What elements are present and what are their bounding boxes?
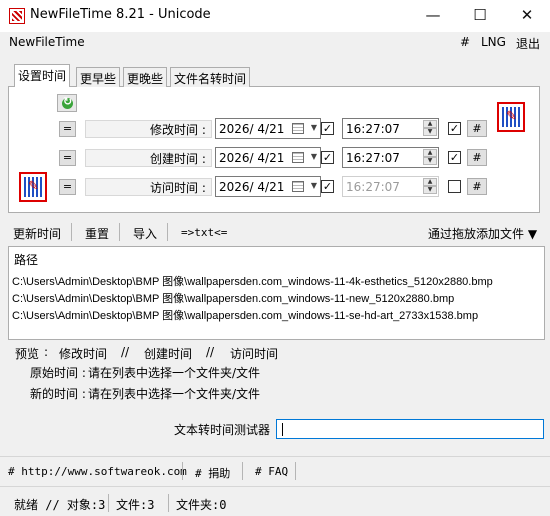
accessed-time-field[interactable]: 16:27:07 ▲ ▼ bbox=[342, 176, 439, 197]
list-item[interactable]: C:\Users\Admin\Desktop\BMP 图像\wallpapers… bbox=[12, 273, 493, 289]
new-time-label: 新的时间 : bbox=[30, 387, 86, 401]
status-files: 文件:3 bbox=[116, 498, 155, 512]
divider bbox=[0, 456, 550, 457]
refresh-icon[interactable] bbox=[57, 94, 77, 112]
created-time-spinner[interactable]: ▲ ▼ bbox=[423, 149, 437, 166]
modified-date-picker[interactable]: 2026/ 4/21 ▼ bbox=[215, 118, 321, 139]
menu-hash[interactable]: # bbox=[460, 35, 470, 49]
donate-link[interactable]: # 捐助 bbox=[195, 465, 230, 481]
accessed-time-spinner[interactable]: ▲ ▼ bbox=[423, 178, 437, 195]
created-time-label: 创建时间 : bbox=[150, 152, 206, 166]
list-item[interactable]: C:\Users\Admin\Desktop\BMP 图像\wallpapers… bbox=[12, 290, 454, 306]
menu-exit[interactable]: 退出 bbox=[516, 35, 540, 52]
created-date-picker[interactable]: 2026/ 4/21 ▼ bbox=[215, 147, 321, 168]
toolbar-separator bbox=[167, 223, 168, 241]
close-button[interactable]: ✕ bbox=[504, 0, 550, 32]
modified-time-field[interactable]: 16:27:07 ▲ ▼ bbox=[342, 118, 439, 139]
tab-set-time[interactable]: 设置时间 bbox=[14, 64, 71, 87]
preview-modified: 修改时间 bbox=[59, 347, 108, 361]
accessed-time-value: 16:27:07 bbox=[346, 180, 400, 194]
preview-created: 创建时间 bbox=[144, 347, 193, 361]
created-date-checkbox[interactable]: ✓ bbox=[321, 151, 334, 164]
reset-button[interactable]: 重置 bbox=[85, 225, 109, 242]
calendar-icon[interactable] bbox=[292, 123, 304, 134]
toolbar-separator bbox=[71, 223, 72, 241]
link-separator bbox=[182, 462, 183, 480]
modified-time-value: 16:27:07 bbox=[346, 122, 400, 136]
preview-slashes: // bbox=[206, 345, 215, 359]
toolbar-separator bbox=[119, 223, 120, 241]
accessed-date-value: 2026/ 4/21 bbox=[219, 180, 285, 194]
modified-date-value: 2026/ 4/21 bbox=[219, 122, 285, 136]
menu-language[interactable]: LNG bbox=[481, 35, 506, 49]
drag-add-dropdown[interactable]: 通过拖放添加文件 ▼ bbox=[428, 225, 537, 242]
original-time-value: 请在列表中选择一个文件夹/文件 bbox=[88, 366, 261, 380]
modified-hash-button[interactable]: # bbox=[467, 120, 487, 137]
import-button[interactable]: 导入 bbox=[133, 225, 157, 242]
maximize-button[interactable]: ☐ bbox=[457, 0, 503, 32]
menu-app[interactable]: NewFileTime bbox=[9, 35, 85, 49]
created-time-value: 16:27:07 bbox=[346, 151, 400, 165]
window-title: NewFileTime 8.21 - Unicode bbox=[30, 7, 211, 22]
update-time-button[interactable]: 更新时间 bbox=[13, 225, 61, 242]
app-logo-icon bbox=[497, 102, 525, 132]
chevron-down-icon[interactable]: ▼ bbox=[311, 152, 317, 161]
tab-earlier[interactable]: 更早些 bbox=[76, 67, 121, 87]
status-separator bbox=[108, 494, 109, 512]
modified-time-checkbox[interactable]: ✓ bbox=[448, 122, 461, 135]
preview-accessed: 访问时间 bbox=[230, 347, 279, 361]
text-caret bbox=[282, 423, 283, 436]
original-time-label: 原始时间 : bbox=[30, 366, 86, 380]
modified-eq-button[interactable]: = bbox=[59, 121, 76, 137]
tester-input[interactable] bbox=[276, 419, 544, 439]
status-separator bbox=[168, 494, 169, 512]
faq-link[interactable]: # FAQ bbox=[255, 465, 288, 478]
accessed-time-checkbox[interactable] bbox=[448, 180, 461, 193]
created-time-field[interactable]: 16:27:07 ▲ ▼ bbox=[342, 147, 439, 168]
preview-separator: : bbox=[44, 345, 49, 359]
accessed-date-checkbox[interactable]: ✓ bbox=[321, 180, 334, 193]
created-date-value: 2026/ 4/21 bbox=[219, 151, 285, 165]
chevron-down-icon[interactable]: ▼ bbox=[311, 123, 317, 132]
preview-slashes: // bbox=[121, 345, 130, 359]
divider bbox=[0, 486, 550, 487]
tester-label: 文本转时间测试器 bbox=[174, 423, 271, 437]
chevron-down-icon[interactable]: ▼ bbox=[311, 181, 317, 190]
tab-later[interactable]: 更晚些 bbox=[123, 67, 168, 87]
tab-filename-to-time[interactable]: 文件名转时间 bbox=[170, 67, 251, 87]
created-hash-button[interactable]: # bbox=[467, 149, 487, 166]
minimize-button[interactable]: — bbox=[410, 0, 456, 32]
accessed-eq-button[interactable]: = bbox=[59, 179, 76, 195]
status-ready: 就绪 // 对象:3 bbox=[14, 498, 106, 512]
modified-time-label: 修改时间 : bbox=[150, 123, 206, 137]
status-folders: 文件夹:0 bbox=[176, 498, 227, 512]
accessed-date-picker[interactable]: 2026/ 4/21 ▼ bbox=[215, 176, 321, 197]
list-item[interactable]: C:\Users\Admin\Desktop\BMP 图像\wallpapers… bbox=[12, 307, 478, 323]
link-separator bbox=[295, 462, 296, 480]
app-icon bbox=[9, 8, 25, 24]
new-time-value: 请在列表中选择一个文件夹/文件 bbox=[88, 387, 261, 401]
calendar-icon[interactable] bbox=[292, 152, 304, 163]
modified-date-checkbox[interactable]: ✓ bbox=[321, 122, 334, 135]
calendar-icon[interactable] bbox=[292, 181, 304, 192]
accessed-time-label: 访问时间 : bbox=[150, 181, 206, 195]
website-link[interactable]: # http://www.softwareok.com bbox=[8, 465, 187, 478]
accessed-hash-button[interactable]: # bbox=[467, 178, 487, 195]
txt-export-button[interactable]: =>txt<= bbox=[181, 226, 227, 239]
created-time-checkbox[interactable]: ✓ bbox=[448, 151, 461, 164]
list-header-path[interactable]: 路径 bbox=[14, 251, 38, 268]
link-separator bbox=[242, 462, 243, 480]
created-eq-button[interactable]: = bbox=[59, 150, 76, 166]
modified-time-spinner[interactable]: ▲ ▼ bbox=[423, 120, 437, 137]
preview-label: 预览 bbox=[15, 347, 40, 361]
app-logo-icon-left[interactable] bbox=[19, 172, 47, 202]
